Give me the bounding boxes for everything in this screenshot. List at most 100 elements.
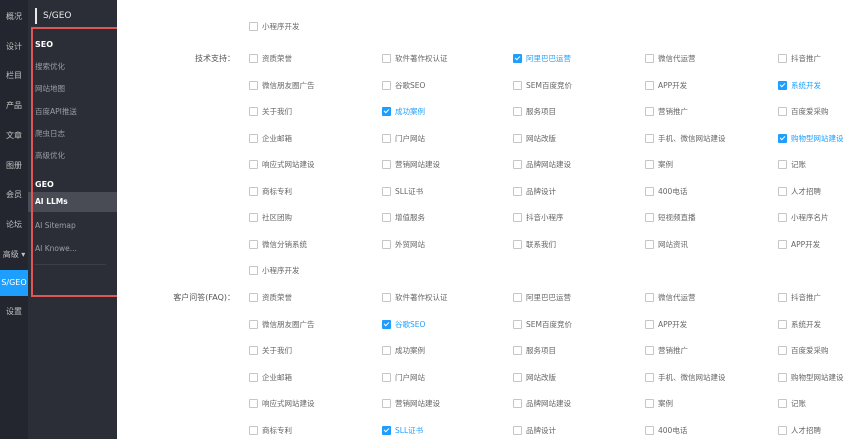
option-label[interactable]: 阿里巴巴运营 [526, 292, 571, 303]
option-checkbox[interactable] [513, 425, 522, 435]
option-label[interactable]: 企业邮箱 [262, 133, 292, 144]
option-checkbox[interactable] [249, 54, 258, 63]
option-checkbox[interactable] [778, 399, 787, 408]
option-checkbox[interactable] [778, 186, 787, 196]
option-checkbox[interactable] [778, 213, 787, 222]
option-label[interactable]: 购物型网站建设 [791, 133, 844, 144]
option-checkbox[interactable] [382, 239, 391, 249]
option-checkbox[interactable] [645, 213, 654, 222]
option-label[interactable]: 小程序开发 [262, 265, 300, 276]
option-label[interactable]: SLL证书 [395, 425, 423, 436]
option-checkbox[interactable] [382, 107, 391, 116]
option-checkbox[interactable] [249, 22, 258, 31]
option-checkbox[interactable] [382, 293, 391, 302]
option-label[interactable]: 外贸网站 [395, 239, 425, 250]
option-label[interactable]: 手机、微信网站建设 [658, 372, 726, 383]
option-checkbox[interactable] [382, 54, 391, 63]
option-checkbox[interactable] [645, 399, 654, 408]
option-label[interactable]: 营销推广 [658, 345, 688, 356]
option-label[interactable]: 服务项目 [526, 106, 556, 117]
option-checkbox[interactable] [382, 346, 391, 355]
option-checkbox[interactable] [645, 239, 654, 249]
option-checkbox[interactable] [249, 319, 258, 329]
option-checkbox[interactable] [382, 80, 391, 90]
option-checkbox[interactable] [645, 107, 654, 116]
option-label[interactable]: 小程序开发 [262, 21, 300, 32]
option-label[interactable]: 网站改版 [526, 372, 556, 383]
option-checkbox[interactable] [513, 80, 522, 90]
option-checkbox[interactable] [778, 293, 787, 302]
option-checkbox[interactable] [249, 266, 258, 275]
option-label[interactable]: 门户网站 [395, 133, 425, 144]
option-checkbox[interactable] [645, 54, 654, 63]
option-label[interactable]: APP开发 [791, 239, 820, 250]
option-label[interactable]: 案例 [658, 159, 673, 170]
option-checkbox[interactable] [778, 239, 787, 249]
rail-item[interactable]: 图册 [0, 154, 28, 178]
option-label[interactable]: 品牌设计 [526, 186, 556, 197]
option-checkbox[interactable] [249, 346, 258, 355]
option-label[interactable]: 阿里巴巴运营 [526, 53, 571, 64]
option-checkbox[interactable] [249, 213, 258, 222]
option-checkbox[interactable] [645, 80, 654, 90]
option-label[interactable]: SEM百度竞价 [526, 319, 572, 330]
option-checkbox[interactable] [249, 425, 258, 435]
rail-item[interactable]: 栏目 [0, 64, 28, 88]
option-label[interactable]: 成功案例 [395, 106, 425, 117]
option-checkbox[interactable] [249, 293, 258, 302]
option-checkbox[interactable] [513, 107, 522, 116]
option-checkbox[interactable] [645, 425, 654, 435]
option-label[interactable]: 网站改版 [526, 133, 556, 144]
option-label[interactable]: 成功案例 [395, 345, 425, 356]
option-label[interactable]: 微信代运营 [658, 53, 696, 64]
option-checkbox[interactable] [382, 372, 391, 382]
rail-item[interactable]: 设计 [0, 35, 28, 59]
option-label[interactable]: 短视频直播 [658, 212, 696, 223]
option-label[interactable]: 记账 [791, 398, 806, 409]
option-label[interactable]: 服务项目 [526, 345, 556, 356]
option-checkbox[interactable] [778, 319, 787, 329]
option-checkbox[interactable] [249, 399, 258, 408]
option-checkbox[interactable] [513, 213, 522, 222]
option-checkbox[interactable] [778, 372, 787, 382]
option-label[interactable]: 购物型网站建设 [791, 372, 844, 383]
option-checkbox[interactable] [382, 213, 391, 222]
option-label[interactable]: APP开发 [658, 80, 687, 91]
option-label[interactable]: 微信分销系统 [262, 239, 307, 250]
option-checkbox[interactable] [778, 80, 787, 90]
option-label[interactable]: 品牌网站建设 [526, 398, 571, 409]
option-label[interactable]: 案例 [658, 398, 673, 409]
option-checkbox[interactable] [513, 346, 522, 355]
option-checkbox[interactable] [249, 186, 258, 196]
option-label[interactable]: 手机、微信网站建设 [658, 133, 726, 144]
option-checkbox[interactable] [645, 160, 654, 169]
option-label[interactable]: 关于我们 [262, 345, 292, 356]
option-checkbox[interactable] [382, 425, 391, 435]
option-checkbox[interactable] [645, 293, 654, 302]
option-label[interactable]: 资质荣誉 [262, 53, 292, 64]
option-checkbox[interactable] [645, 319, 654, 329]
option-checkbox[interactable] [645, 346, 654, 355]
option-checkbox[interactable] [645, 372, 654, 382]
rail-item[interactable]: 产品 [0, 94, 28, 118]
option-label[interactable]: 联系我们 [526, 239, 556, 250]
option-label[interactable]: 记账 [791, 159, 806, 170]
option-label[interactable]: 系统开发 [791, 80, 821, 91]
option-label[interactable]: 网站资讯 [658, 239, 688, 250]
option-label[interactable]: 软件著作权认证 [395, 53, 448, 64]
rail-item[interactable]: 概况 [0, 5, 28, 29]
rail-item[interactable]: 高级 ▾ [0, 243, 28, 267]
option-checkbox[interactable] [778, 425, 787, 435]
option-checkbox[interactable] [513, 399, 522, 408]
rail-item[interactable]: 设置 [0, 300, 28, 324]
option-checkbox[interactable] [778, 107, 787, 116]
option-label[interactable]: 微信朋友圈广告 [262, 80, 315, 91]
option-label[interactable]: 营销网站建设 [395, 398, 440, 409]
option-checkbox[interactable] [382, 399, 391, 408]
option-label[interactable]: 谷歌SEO [395, 319, 425, 330]
option-checkbox[interactable] [778, 346, 787, 355]
option-checkbox[interactable] [382, 186, 391, 196]
option-checkbox[interactable] [249, 80, 258, 90]
rail-item[interactable]: S/GEO [0, 270, 28, 296]
option-label[interactable]: 抖音小程序 [526, 212, 564, 223]
